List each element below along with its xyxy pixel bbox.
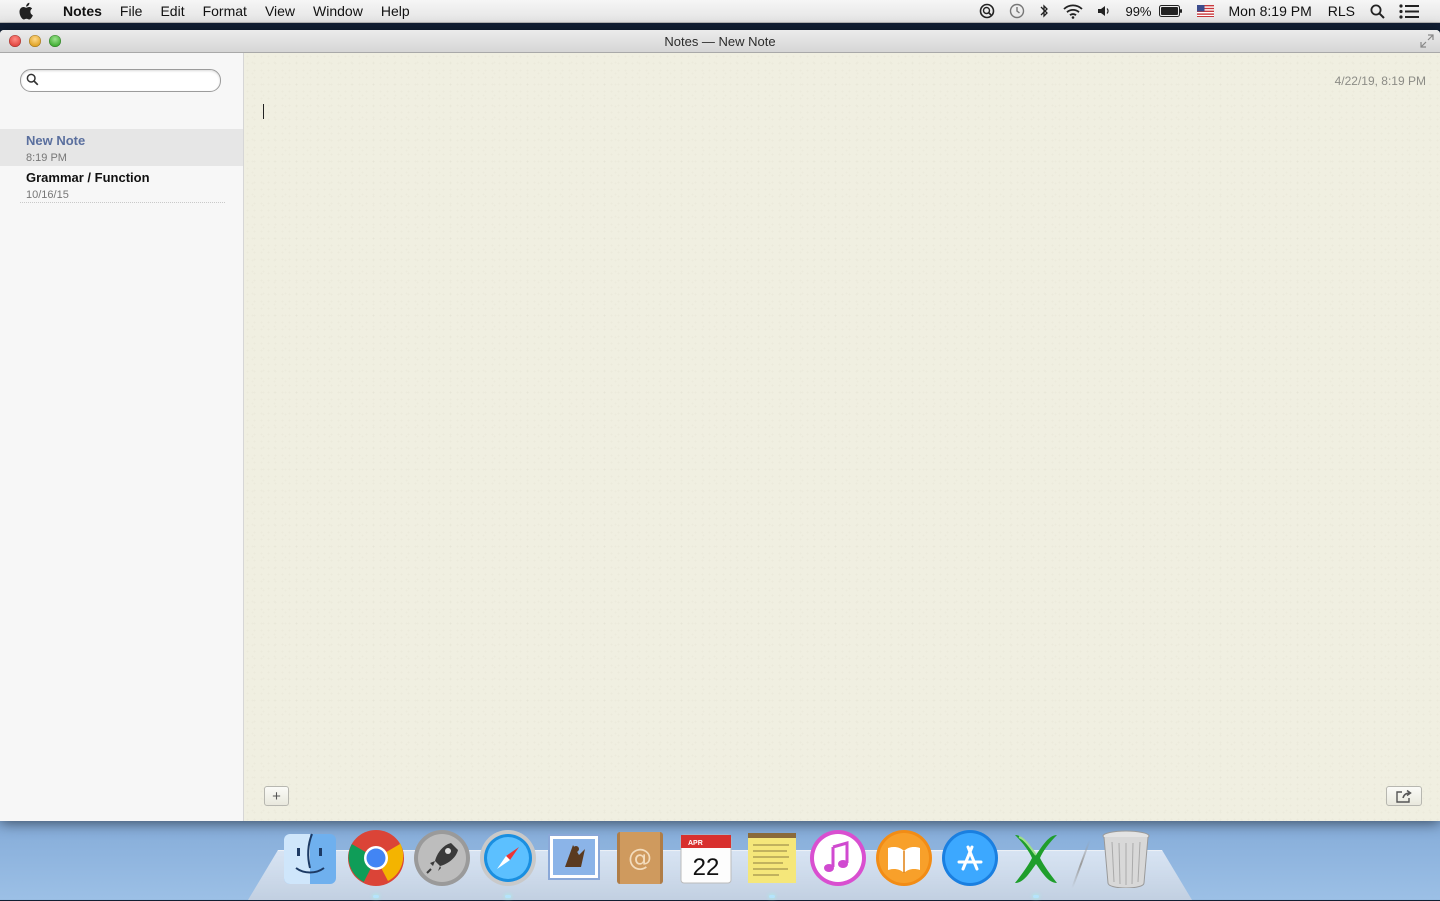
menu-edit[interactable]: Edit: [151, 0, 193, 22]
volume-icon[interactable]: [1097, 0, 1111, 22]
note-list-item-new-note[interactable]: New Note 8:19 PM: [0, 129, 243, 166]
notification-center-icon[interactable]: [1399, 0, 1419, 22]
dock-ibooks-icon[interactable]: [874, 828, 934, 888]
menu-app-notes[interactable]: Notes: [54, 0, 111, 22]
note-separator: [20, 202, 225, 203]
search-input[interactable]: [43, 71, 217, 91]
add-note-button[interactable]: +: [264, 786, 289, 806]
running-indicator: [769, 895, 775, 898]
menu-user[interactable]: RLS: [1328, 0, 1355, 22]
dock-contacts-icon[interactable]: @: [610, 828, 670, 888]
dock: @ APR 22: [280, 822, 1162, 898]
menu-help[interactable]: Help: [372, 0, 419, 22]
dock-divider: [1071, 840, 1091, 888]
fullscreen-icon[interactable]: [1420, 34, 1434, 48]
dock-safari-icon[interactable]: [478, 828, 538, 898]
dock-notes-icon[interactable]: [742, 828, 802, 898]
spotlight-magnifier-icon[interactable]: [979, 0, 995, 22]
menu-window[interactable]: Window: [304, 0, 372, 22]
calendar-month: APR: [688, 840, 703, 847]
note-title: Grammar / Function: [26, 170, 150, 185]
menu-clock[interactable]: Mon 8:19 PM: [1229, 0, 1312, 22]
dock-trash-icon[interactable]: [1096, 828, 1156, 888]
note-date: 10/16/15: [26, 189, 69, 201]
menu-file[interactable]: File: [111, 0, 152, 22]
time-machine-icon[interactable]: [1009, 0, 1025, 22]
dock-itunes-icon[interactable]: [808, 828, 868, 888]
menu-view[interactable]: View: [256, 0, 304, 22]
us-flag-input-icon[interactable]: [1196, 0, 1214, 22]
title-bar[interactable]: Notes — New Note: [0, 30, 1440, 53]
zoom-window-button[interactable]: [49, 35, 61, 47]
share-icon: [1396, 789, 1412, 803]
notes-window: Notes — New Note New Note 8:19 PM Gramma…: [0, 30, 1440, 821]
dock-mail-icon[interactable]: [544, 828, 604, 888]
svg-text:@: @: [628, 844, 652, 872]
menu-bar: Notes File Edit Format View Window Help …: [0, 0, 1440, 23]
calendar-day: 22: [693, 854, 720, 881]
note-editor[interactable]: 4/22/19, 8:19 PM +: [244, 53, 1440, 821]
search-icon: [26, 73, 39, 91]
note-timestamp: 4/22/19, 8:19 PM: [1334, 74, 1426, 88]
note-list-item-grammar[interactable]: Grammar / Function 10/16/15: [0, 166, 243, 203]
battery-icon[interactable]: [1158, 0, 1183, 22]
notes-sidebar: New Note 8:19 PM Grammar / Function 10/1…: [0, 53, 244, 821]
battery-percent[interactable]: 99%: [1125, 0, 1151, 22]
running-indicator: [1033, 895, 1039, 898]
running-indicator: [373, 895, 379, 898]
dock-finder-icon[interactable]: [280, 828, 340, 888]
window-controls: [9, 35, 61, 47]
minimize-window-button[interactable]: [29, 35, 41, 47]
text-caret: [263, 104, 264, 119]
status-area: 99% Mon 8:19 PM RLS: [972, 0, 1440, 22]
dock-launchpad-icon[interactable]: [412, 828, 472, 888]
search-field[interactable]: [20, 69, 221, 92]
dock-app-store-icon[interactable]: [940, 828, 1000, 888]
running-indicator: [505, 895, 511, 898]
bluetooth-icon[interactable]: [1039, 0, 1049, 22]
menu-format[interactable]: Format: [194, 0, 256, 22]
wifi-icon[interactable]: [1063, 0, 1084, 22]
note-title: New Note: [26, 133, 86, 148]
apple-menu-icon[interactable]: [19, 2, 37, 20]
search-icon[interactable]: [1370, 0, 1385, 22]
window-title: Notes — New Note: [664, 33, 776, 49]
close-window-button[interactable]: [9, 35, 21, 47]
dock-chrome-icon[interactable]: [346, 828, 406, 898]
share-button[interactable]: [1386, 786, 1422, 806]
dock-calendar-icon[interactable]: APR 22: [676, 828, 736, 888]
dock-excel-icon[interactable]: [1006, 828, 1066, 898]
note-date: 8:19 PM: [26, 152, 67, 164]
